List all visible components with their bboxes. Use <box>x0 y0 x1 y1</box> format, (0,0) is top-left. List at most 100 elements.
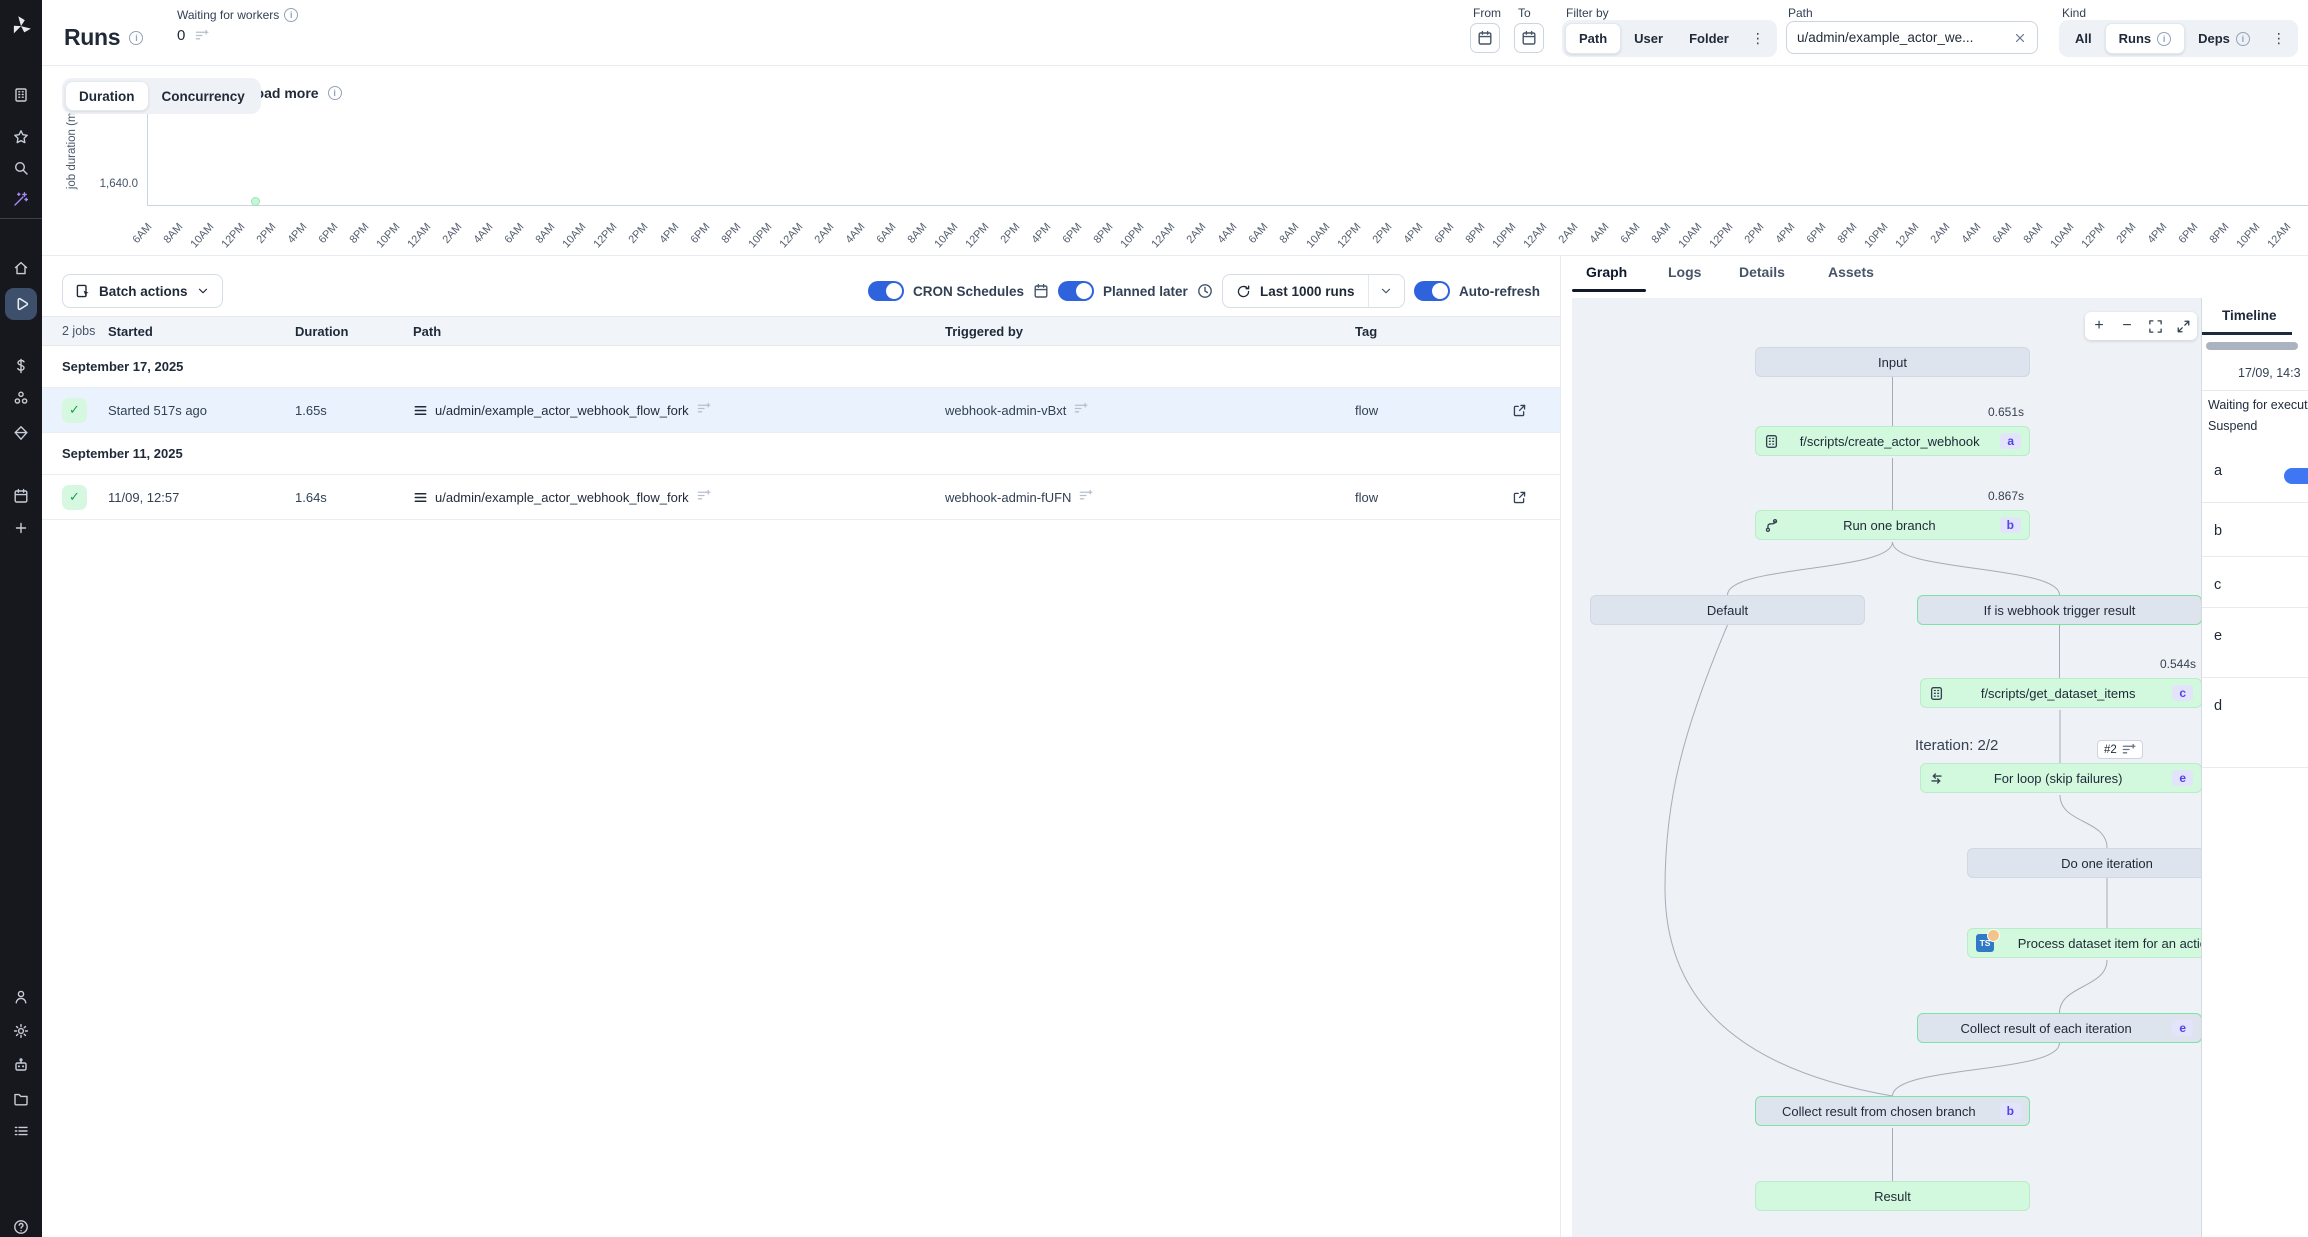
info-icon <box>284 8 298 22</box>
sidebar-item-search[interactable] <box>0 151 42 185</box>
timeline-row-a[interactable]: a <box>2202 443 2308 503</box>
sidebar <box>0 0 42 1237</box>
path-filter-input[interactable]: u/admin/example_actor_we... <box>1786 21 2038 54</box>
fullscreen-button[interactable] <box>2169 312 2197 340</box>
script-icon <box>1764 434 1779 449</box>
sidebar-item-audit-log[interactable] <box>0 1114 42 1148</box>
run-status: ✓ <box>62 475 87 519</box>
zoom-out-button[interactable]: − <box>2113 312 2141 340</box>
sidebar-item-folder[interactable] <box>0 1082 42 1116</box>
success-check-icon: ✓ <box>62 398 87 423</box>
planned-later-label: Planned later <box>1103 284 1188 299</box>
kind-label: Kind <box>2062 6 2086 20</box>
flow-node-run-one-branch[interactable]: Run one branchb <box>1755 510 2030 540</box>
col-path: Path <box>413 324 441 339</box>
from-date-button[interactable] <box>1470 23 1500 53</box>
filter-by-more-menu[interactable]: ⋮ <box>1742 30 1774 47</box>
sidebar-item-gem[interactable] <box>0 416 42 450</box>
filter-by-path[interactable]: Path <box>1565 23 1621 54</box>
kind-more-menu[interactable]: ⋮ <box>2263 30 2295 47</box>
runs-range-button[interactable]: Last 1000 runs <box>1223 275 1368 307</box>
detail-tab-details[interactable]: Details <box>1739 264 1785 280</box>
flow-node-collect-chosen-branch[interactable]: Collect result from chosen branchb <box>1755 1096 2030 1126</box>
timeline-row-label: b <box>2214 523 2222 539</box>
flow-graph-canvas[interactable]: Input0.651sf/scripts/create_actor_webhoo… <box>1572 298 2201 1237</box>
open-run-link[interactable] <box>1512 388 1527 432</box>
timeline-row-b[interactable]: b <box>2202 503 2308 557</box>
sidebar-item-gear[interactable] <box>0 1014 42 1048</box>
sidebar-item-home[interactable] <box>0 251 42 285</box>
sidebar-item-building[interactable] <box>0 78 42 112</box>
detail-tab-graph[interactable]: Graph <box>1586 264 1627 280</box>
cron-schedules-toggle[interactable] <box>868 281 904 301</box>
sidebar-item-plus[interactable] <box>0 511 42 545</box>
flow-node-create-webhook[interactable]: f/scripts/create_actor_webhooka <box>1755 426 2030 456</box>
sidebar-item-calendar[interactable] <box>0 479 42 513</box>
fit-view-button[interactable] <box>2141 312 2169 340</box>
filter-by-user[interactable]: User <box>1621 23 1676 54</box>
timeline-duration-bar[interactable] <box>2284 468 2308 484</box>
chevron-down-icon <box>196 284 210 298</box>
node-label: Input <box>1764 355 2021 370</box>
zoom-in-button[interactable]: + <box>2085 312 2113 340</box>
script-icon <box>1929 686 1944 701</box>
chart-tab-concurrency[interactable]: Concurrency <box>149 81 258 111</box>
detail-tab-assets[interactable]: Assets <box>1828 264 1874 280</box>
timeline-tab[interactable]: Timeline <box>2222 308 2277 323</box>
sidebar-item-help[interactable] <box>0 1210 42 1237</box>
clock-icon <box>1197 283 1213 299</box>
sidebar-item-resources[interactable] <box>0 381 42 415</box>
timeline-scrollbar[interactable] <box>2206 342 2298 350</box>
iteration-annotation: Iteration: 2/2 <box>1915 737 1998 754</box>
kind-runs[interactable]: Runs <box>2105 23 2186 54</box>
flow-node-result[interactable]: Result <box>1755 1181 2030 1211</box>
load-more[interactable]: Load more <box>247 85 342 101</box>
timeline-row-e[interactable]: e <box>2202 608 2308 678</box>
iteration-selector[interactable]: #2 <box>2097 740 2143 759</box>
kind-all[interactable]: All <box>2062 23 2105 54</box>
timeline-legend-suspend: Suspend <box>2208 419 2257 433</box>
chart-tab-duration[interactable]: Duration <box>65 81 149 111</box>
flow-node-input[interactable]: Input <box>1755 347 2030 377</box>
batch-actions-label: Batch actions <box>99 284 188 299</box>
filter-plus-icon[interactable] <box>194 28 209 43</box>
planned-later-toggle[interactable] <box>1058 281 1094 301</box>
runs-table-header: 2 jobs Started Duration Path Triggered b… <box>42 316 1560 346</box>
calendar-icon <box>1477 30 1493 46</box>
filter-by-folder[interactable]: Folder <box>1676 23 1742 54</box>
to-label: To <box>1518 6 1531 20</box>
sidebar-item-dollar[interactable] <box>0 349 42 383</box>
section-divider <box>42 255 2308 256</box>
detail-tab-logs[interactable]: Logs <box>1668 264 1701 280</box>
clear-x-icon[interactable] <box>2013 31 2027 45</box>
sidebar-item-magic-wand[interactable] <box>0 182 42 216</box>
batch-actions-button[interactable]: Batch actions <box>62 274 223 308</box>
sidebar-item-user[interactable] <box>0 980 42 1014</box>
timeline-row-d[interactable]: d <box>2202 678 2308 768</box>
auto-refresh-toggle[interactable] <box>1414 281 1450 301</box>
flow-node-if-webhook[interactable]: If is webhook trigger result <box>1917 595 2201 625</box>
flow-node-get-dataset-items[interactable]: f/scripts/get_dataset_itemsc <box>1920 678 2201 708</box>
flow-node-do-one-iteration[interactable]: Do one iteration <box>1967 848 2201 878</box>
info-icon <box>2157 32 2171 46</box>
flow-node-default-branch[interactable]: Default <box>1590 595 1865 625</box>
run-path[interactable]: u/admin/example_actor_webhook_flow_fork <box>413 388 711 432</box>
flow-node-process-dataset-item[interactable]: TSProcess dataset item for an action <box>1967 928 2201 958</box>
waiting-for-workers: Waiting for workers 0 <box>177 8 298 44</box>
chart-data-point[interactable] <box>251 197 260 206</box>
timeline-row-c[interactable]: c <box>2202 557 2308 608</box>
sidebar-item-star[interactable] <box>0 120 42 154</box>
open-run-link[interactable] <box>1512 475 1527 519</box>
run-row[interactable]: ✓11/09, 12:571.64su/admin/example_actor_… <box>42 475 1560 520</box>
flow-node-for-loop[interactable]: For loop (skip failures)e <box>1920 763 2201 793</box>
sidebar-item-play[interactable] <box>0 287 42 321</box>
kind-deps[interactable]: Deps <box>2185 23 2263 54</box>
run-row[interactable]: ✓Started 517s ago1.65su/admin/example_ac… <box>42 388 1560 433</box>
runs-range-dropdown[interactable] <box>1368 275 1404 307</box>
sidebar-item-windmill-logo[interactable] <box>0 8 42 42</box>
sidebar-item-robot[interactable] <box>0 1048 42 1082</box>
flow-node-collect-each-iteration[interactable]: Collect result of each iteratione <box>1917 1013 2201 1043</box>
to-date-button[interactable] <box>1514 23 1544 53</box>
run-path[interactable]: u/admin/example_actor_webhook_flow_fork <box>413 475 711 519</box>
runs-range-label: Last 1000 runs <box>1260 284 1355 299</box>
